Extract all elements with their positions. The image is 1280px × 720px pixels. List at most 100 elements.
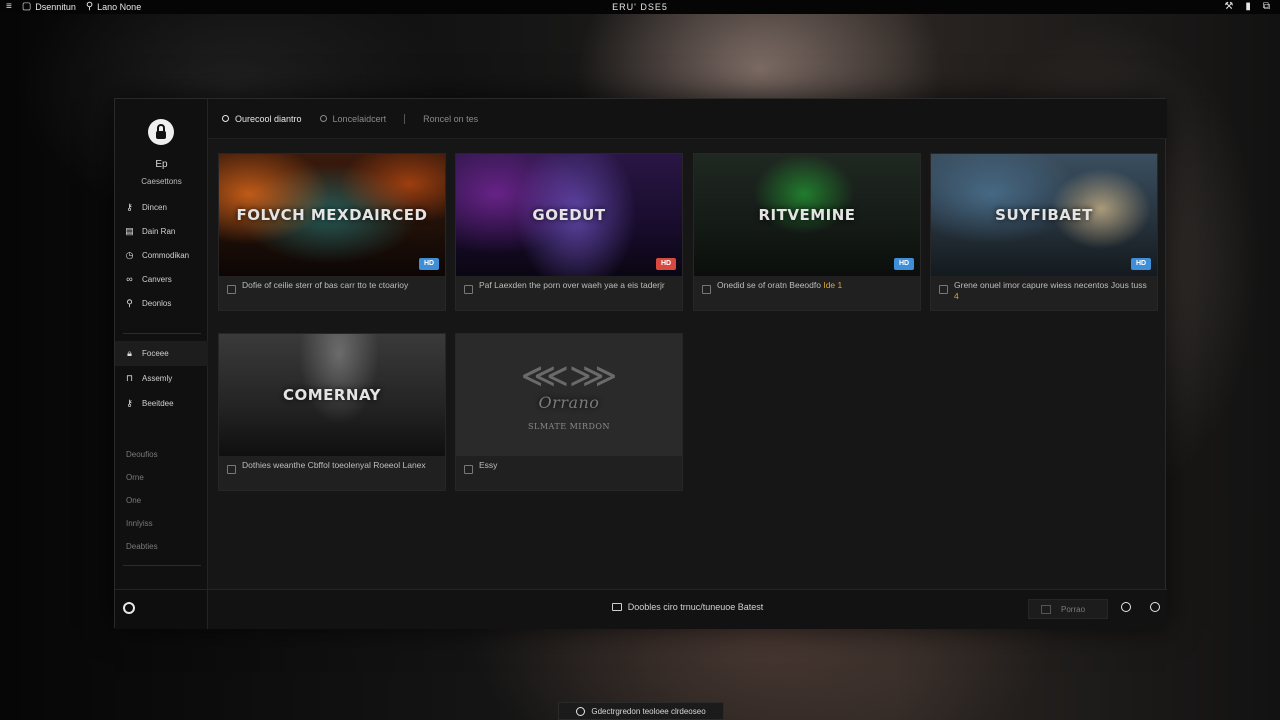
- card-highlight: Ide 1: [823, 280, 843, 290]
- game-thumbnail[interactable]: FOLVCH MEXDAIRCED HD: [219, 154, 445, 276]
- circle-icon[interactable]: [1150, 602, 1160, 612]
- sidebar-item-label: Dincen: [142, 202, 167, 212]
- sysbar-item-2[interactable]: ⚲ Lano None: [85, 1, 141, 13]
- game-title-art: RITVEMINE: [758, 206, 856, 224]
- sidebar-item-deabties[interactable]: Deabties: [115, 535, 208, 558]
- sidebar-item-foceee[interactable]: 🔒︎ Foceee: [115, 341, 208, 366]
- circle-icon: [222, 115, 229, 122]
- app-logo[interactable]: [148, 119, 174, 145]
- bottom-bar: Doobles ciro trnuc/tuneuoe Batest Porrao: [208, 589, 1167, 629]
- card-meta: Onedid se of oratn Beeodfo Ide 1: [702, 280, 912, 294]
- toast-notification[interactable]: Gdectrgredon teoloee clrdeoseo: [558, 702, 724, 720]
- game-title-art: FOLVCH MEXDAIRCED: [236, 206, 428, 224]
- sysbar-item-1[interactable]: ▢ Dsennitun: [21, 1, 76, 13]
- circle-icon: [319, 115, 327, 122]
- sidebar-item-orne[interactable]: Orne: [115, 466, 208, 489]
- lock-icon: 🔒︎: [127, 348, 132, 358]
- sidebar-item-label: Commodikan: [142, 250, 190, 260]
- sidebar-item-innlyiss[interactable]: Innlyiss: [115, 512, 208, 535]
- status-text: Doobles ciro trnuc/tuneuoe Batest: [627, 602, 764, 612]
- circle-icon: [576, 706, 586, 716]
- sidebar-item-dincen[interactable]: ⚷ Dincen: [115, 195, 208, 219]
- card-description: Dofie of ceilie sterr of bas carr tto te…: [242, 280, 409, 290]
- game-card[interactable]: FOLVCH MEXDAIRCED HD Dofie of ceilie ste…: [218, 153, 446, 311]
- document-icon: [702, 285, 711, 294]
- sidebar: Ep Caesettons ⚷ Dincen ▤ Dain Ran ◷ Comm…: [115, 99, 208, 589]
- card-description: Dothies weanthe Cbffol toeolenyal Roeeol…: [242, 460, 426, 470]
- game-thumbnail[interactable]: RITVEMINE HD: [694, 154, 920, 276]
- wrench-icon[interactable]: ⚒: [1224, 2, 1233, 12]
- tab-loncelaidcert[interactable]: Loncelaidcert: [319, 114, 386, 124]
- game-thumbnail[interactable]: ⋘⋙ Orrano SLMATE MIRDON: [456, 334, 682, 456]
- tab-bar: Ourecool diantro Loncelaidcert Roncel on…: [208, 99, 1167, 139]
- status-bar: Doobles ciro trnuc/tuneuoe Batest: [208, 602, 1167, 612]
- document-icon: [227, 465, 236, 474]
- sidebar-item-label: Foceee: [142, 349, 169, 358]
- game-subtitle-art: SLMATE MIRDON: [528, 422, 610, 431]
- card-description: Grene onuel imor capure wiess necentos J…: [954, 280, 1147, 290]
- sidebar-nav-tertiary: Deoufios Orne One Innlyiss Deabties: [115, 443, 208, 558]
- game-card[interactable]: GOEDUT HD Paf Laexden the porn over waeh…: [455, 153, 683, 311]
- card-meta: Dothies weanthe Cbffol toeolenyal Roeeol…: [227, 460, 437, 474]
- key-icon: ⚷: [126, 398, 133, 408]
- game-card[interactable]: RITVEMINE HD Onedid se of oratn Beeodfo …: [693, 153, 921, 311]
- sidebar-item-dain-ran[interactable]: ▤ Dain Ran: [115, 219, 208, 243]
- sidebar-item-label: Assemly: [142, 374, 173, 383]
- filter-label: Porrao: [1061, 604, 1086, 614]
- filter-button[interactable]: Porrao: [1028, 599, 1108, 619]
- document-icon: [227, 285, 236, 294]
- sidebar-item-label: Canvers: [142, 274, 172, 284]
- sidebar-item-commodikan[interactable]: ◷ Commodikan: [115, 243, 208, 267]
- hd-badge: HD: [894, 258, 914, 270]
- game-title-art: COMERNAY: [282, 386, 382, 404]
- card-description: Paf Laexden the porn over waeh yae a eis…: [479, 280, 665, 290]
- tab-roncel-on-tes[interactable]: Roncel on tes: [423, 114, 478, 124]
- circle-icon[interactable]: [123, 602, 135, 614]
- sidebar-item-beeitdee[interactable]: ⚷ Beeitdee: [115, 391, 208, 416]
- sidebar-item-label: Dain Ran: [142, 226, 176, 236]
- toast-text: Gdectrgredon teoloee clrdeoseo: [591, 706, 706, 716]
- sidebar-item-label: Deonlos: [142, 298, 172, 308]
- key-icon: ⚷: [126, 201, 133, 212]
- game-thumbnail[interactable]: GOEDUT HD: [456, 154, 682, 276]
- sidebar-item-deoufios[interactable]: Deoufios: [115, 443, 208, 466]
- sidebar-item-one[interactable]: One: [115, 489, 208, 512]
- battery-icon[interactable]: ▮: [1245, 2, 1251, 12]
- card-highlight: 4: [954, 291, 959, 301]
- tab-divider: [404, 113, 406, 124]
- sidebar-item-deonlos[interactable]: ⚲ Deonlos: [115, 291, 208, 315]
- camera-icon: [1041, 604, 1051, 614]
- card-meta: Paf Laexden the porn over waeh yae a eis…: [464, 280, 674, 294]
- main-content: Ourecool diantro Loncelaidcert Roncel on…: [208, 99, 1167, 589]
- card-meta: Dofie of ceilie sterr of bas carr tto te…: [227, 280, 437, 294]
- app-subtitle: Caesettons: [141, 177, 182, 186]
- key-icon: ⚲: [85, 1, 94, 12]
- app-name: Ep: [155, 159, 168, 170]
- file-icon: ▤: [125, 225, 134, 236]
- sidebar-item-label: Beeitdee: [142, 399, 174, 408]
- hamburger-icon[interactable]: ≡: [6, 2, 12, 12]
- game-thumbnail[interactable]: COMERNAY: [219, 334, 445, 456]
- sidebar-item-canvers[interactable]: ∞ Canvers: [115, 267, 208, 291]
- game-card[interactable]: SUYFIBAET HD Grene onuel imor capure wie…: [930, 153, 1158, 311]
- system-bar: ≡ ▢ Dsennitun ⚲ Lano None ERU' DSE5 ⚒ ▮ …: [0, 0, 1280, 14]
- clock-icon: ◷: [125, 249, 134, 260]
- search-icon: ⚲: [126, 297, 133, 308]
- game-thumbnail[interactable]: SUYFIBAET HD: [931, 154, 1157, 276]
- sidebar-item-assemly[interactable]: ⊓ Assemly: [115, 366, 208, 391]
- circle-icon[interactable]: [1121, 602, 1131, 612]
- lock-icon: ▢: [21, 1, 32, 12]
- window-icon[interactable]: ⧉: [1263, 2, 1270, 12]
- sidebar-nav-secondary: 🔒︎ Foceee ⊓ Assemly ⚷ Beeitdee: [115, 341, 208, 416]
- card-meta: Grene onuel imor capure wiess necentos J…: [939, 280, 1149, 302]
- divider: [123, 565, 201, 566]
- sidebar-nav: ⚷ Dincen ▤ Dain Ran ◷ Commodikan ∞ Canve…: [115, 195, 208, 315]
- document-icon: [464, 465, 473, 474]
- game-card[interactable]: ⋘⋙ Orrano SLMATE MIRDON Essy: [455, 333, 683, 491]
- sidebar-footer: [115, 589, 208, 629]
- game-title-art: GOEDUT: [532, 206, 606, 224]
- card-description: Essy: [479, 460, 498, 470]
- tab-ourecool-diantro[interactable]: Ourecool diantro: [222, 114, 302, 124]
- monitor-icon: [611, 603, 622, 611]
- game-card[interactable]: COMERNAY Dothies weanthe Cbffol toeoleny…: [218, 333, 446, 491]
